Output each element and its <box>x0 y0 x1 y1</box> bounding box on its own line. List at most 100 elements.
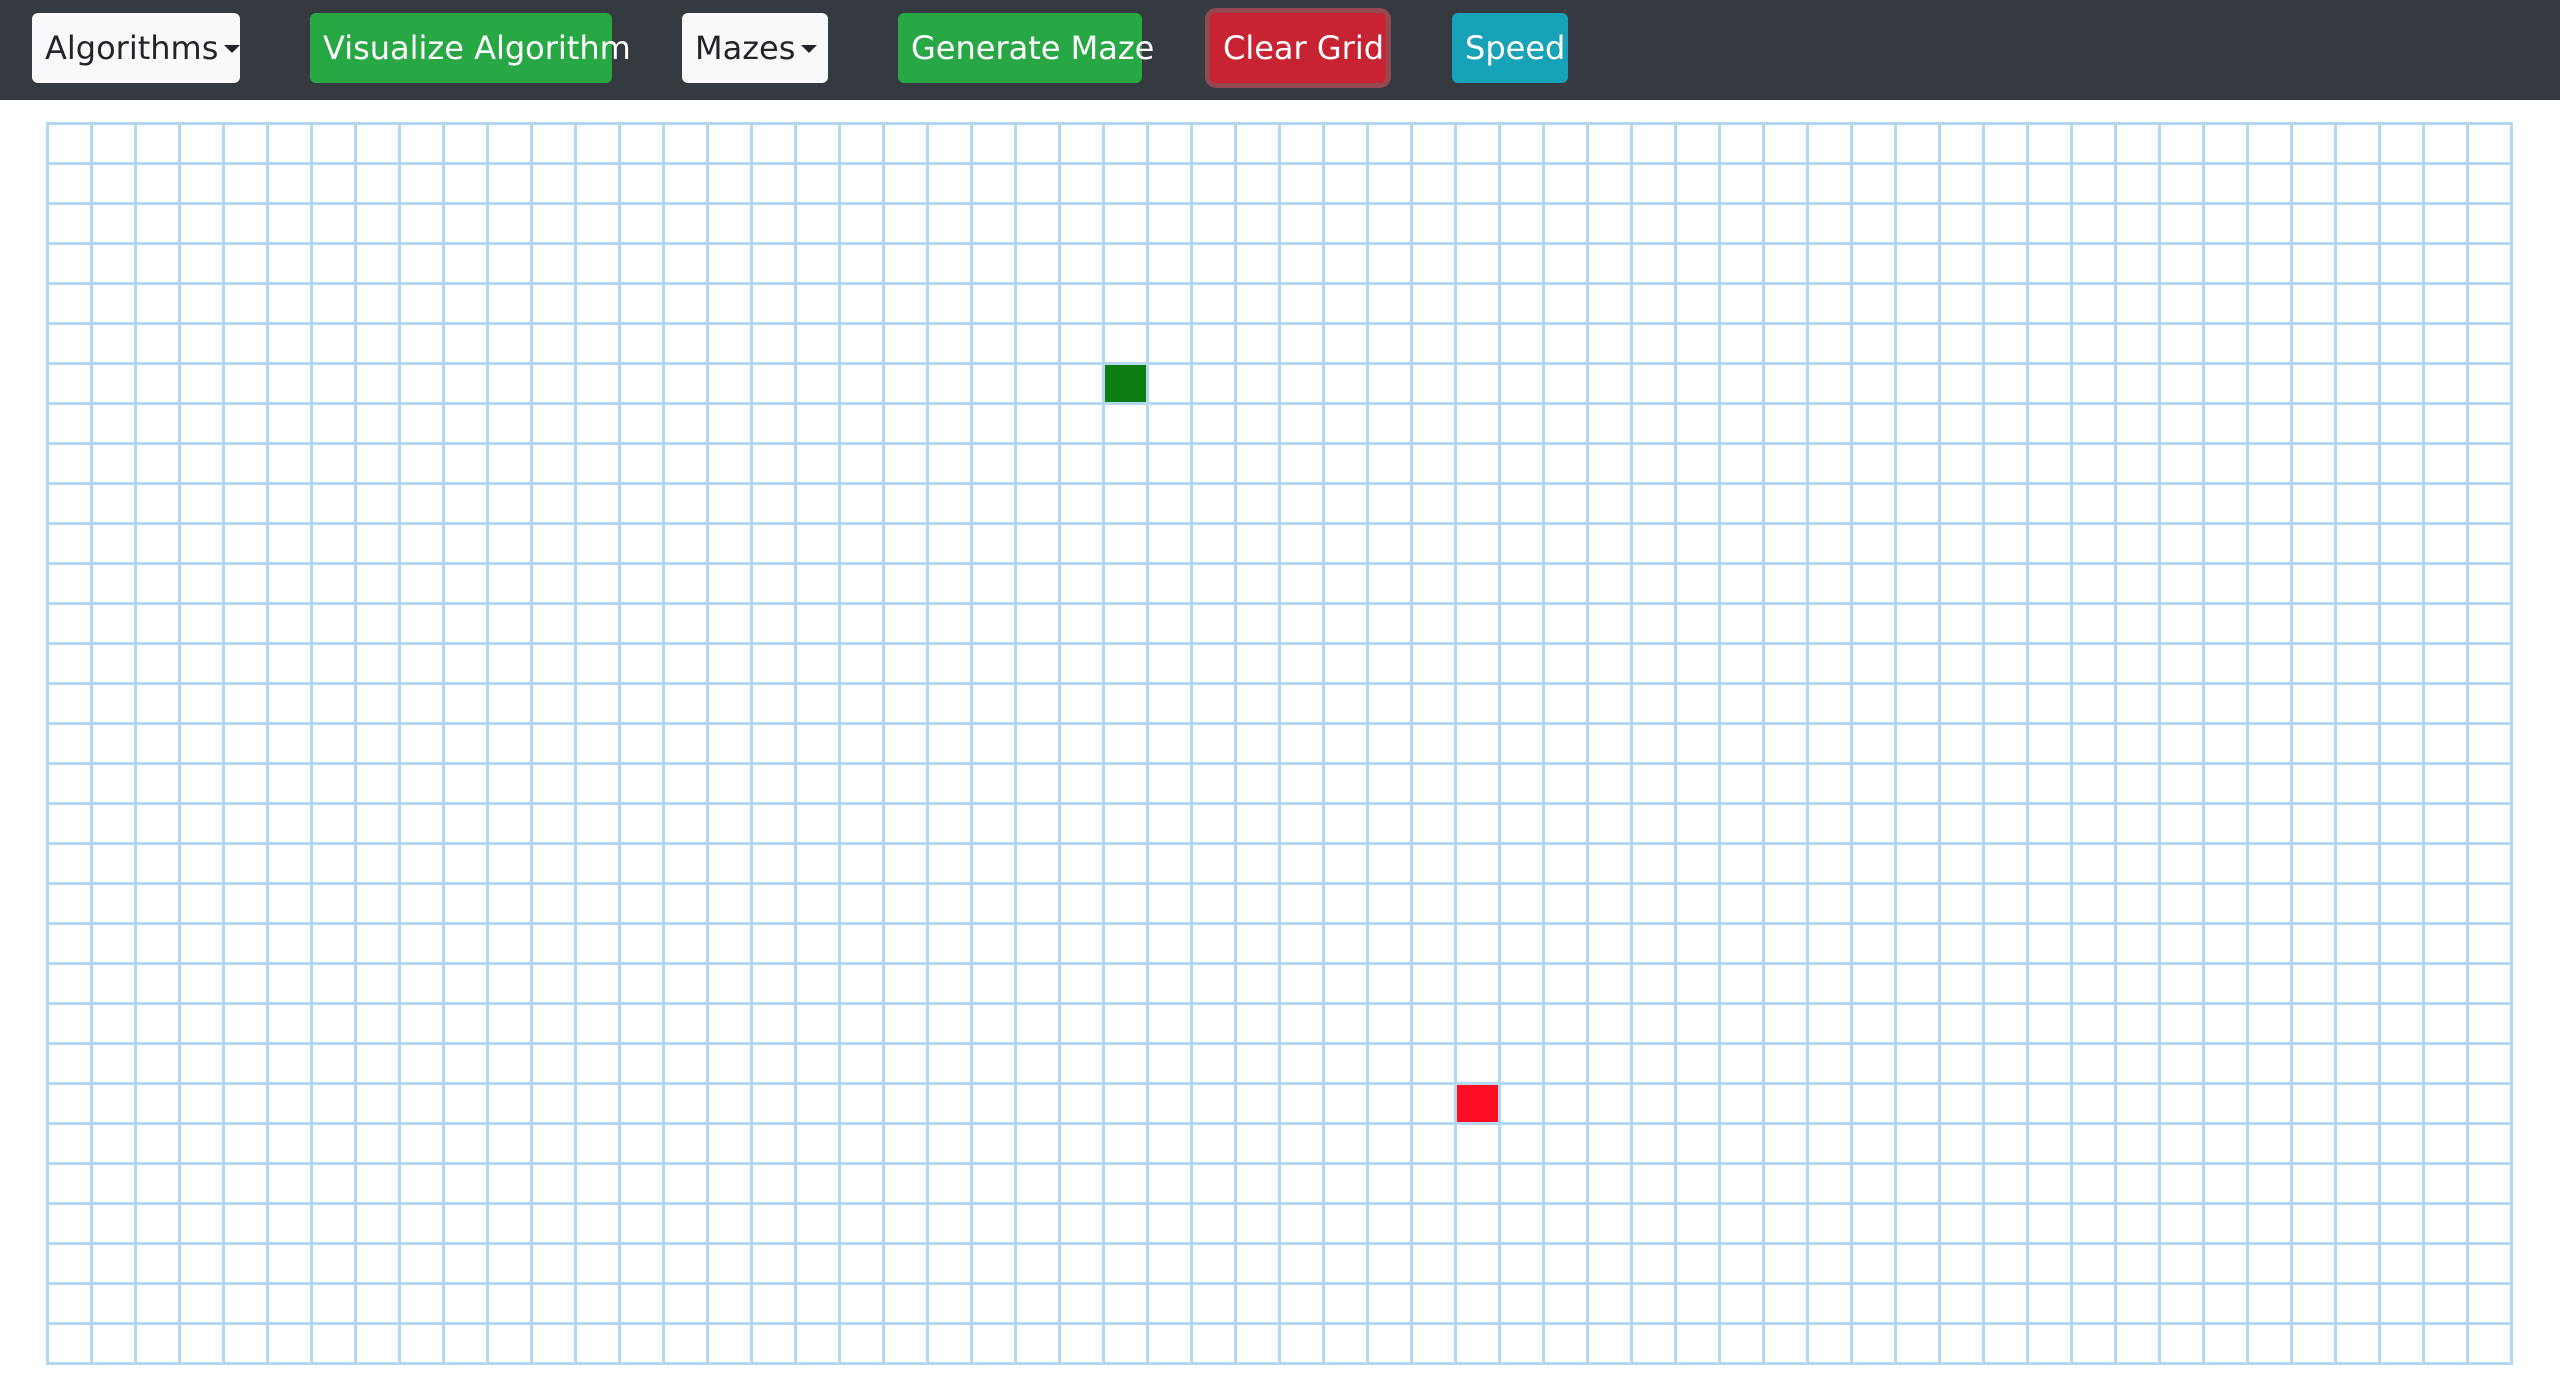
grid-cell[interactable] <box>1369 925 1413 965</box>
grid-cell[interactable] <box>2029 1325 2073 1365</box>
grid-cell[interactable] <box>1941 1005 1985 1045</box>
grid-cell[interactable] <box>2029 525 2073 565</box>
grid-cell[interactable] <box>1941 125 1985 165</box>
grid-cell[interactable] <box>1501 365 1545 405</box>
grid-cell[interactable] <box>2249 405 2293 445</box>
grid-cell[interactable] <box>1149 205 1193 245</box>
grid-cell[interactable] <box>1281 885 1325 925</box>
grid-cell[interactable] <box>841 765 885 805</box>
grid-cell[interactable] <box>313 1005 357 1045</box>
grid-cell[interactable] <box>1897 885 1941 925</box>
grid-cell[interactable] <box>753 1085 797 1125</box>
grid-cell[interactable] <box>1721 445 1765 485</box>
grid-cell[interactable] <box>2029 645 2073 685</box>
grid-cell[interactable] <box>1897 1085 1941 1125</box>
grid-cell[interactable] <box>137 965 181 1005</box>
grid-cell[interactable] <box>621 405 665 445</box>
grid-cell[interactable] <box>313 565 357 605</box>
grid-cell[interactable] <box>2029 485 2073 525</box>
grid-cell[interactable] <box>1061 245 1105 285</box>
grid-cell[interactable] <box>1281 965 1325 1005</box>
grid-cell[interactable] <box>1149 685 1193 725</box>
grid-cell[interactable] <box>1369 805 1413 845</box>
grid-cell[interactable] <box>1765 1245 1809 1285</box>
grid-cell[interactable] <box>2293 1045 2337 1085</box>
grid-cell[interactable] <box>1237 125 1281 165</box>
grid-cell[interactable] <box>1677 1205 1721 1245</box>
grid-cell[interactable] <box>2161 605 2205 645</box>
grid-cell[interactable] <box>1149 845 1193 885</box>
grid-cell[interactable] <box>93 1205 137 1245</box>
grid-cell[interactable] <box>1633 1125 1677 1165</box>
grid-cell[interactable] <box>973 925 1017 965</box>
grid-cell[interactable] <box>1413 565 1457 605</box>
grid-cell[interactable] <box>225 285 269 325</box>
grid-cell[interactable] <box>1457 245 1501 285</box>
grid-cell[interactable] <box>621 1045 665 1085</box>
grid-cell[interactable] <box>1149 605 1193 645</box>
grid-cell[interactable] <box>181 645 225 685</box>
grid-cell[interactable] <box>2029 605 2073 645</box>
grid-cell[interactable] <box>1369 685 1413 725</box>
grid-cell[interactable] <box>1149 725 1193 765</box>
grid-cell[interactable] <box>2205 1005 2249 1045</box>
grid-cell[interactable] <box>2117 445 2161 485</box>
grid-cell[interactable] <box>1413 365 1457 405</box>
grid-cell[interactable] <box>2117 285 2161 325</box>
grid-cell[interactable] <box>841 1085 885 1125</box>
grid-cell[interactable] <box>533 885 577 925</box>
grid-cell[interactable] <box>49 605 93 645</box>
grid-cell[interactable] <box>1941 365 1985 405</box>
grid-cell[interactable] <box>1281 1245 1325 1285</box>
grid-cell[interactable] <box>1633 1245 1677 1285</box>
grid-cell[interactable] <box>753 365 797 405</box>
grid-cell[interactable] <box>2381 845 2425 885</box>
grid-cell[interactable] <box>1193 485 1237 525</box>
grid-cell[interactable] <box>1545 605 1589 645</box>
grid-cell[interactable] <box>1105 845 1149 885</box>
grid-cell[interactable] <box>885 925 929 965</box>
grid-cell[interactable] <box>2161 365 2205 405</box>
grid-cell[interactable] <box>1501 1205 1545 1245</box>
grid-cell[interactable] <box>269 405 313 445</box>
grid-cell[interactable] <box>1105 1325 1149 1365</box>
grid-cell[interactable] <box>929 645 973 685</box>
grid-cell[interactable] <box>621 685 665 725</box>
grid-cell[interactable] <box>2117 1125 2161 1165</box>
grid-cell[interactable] <box>137 205 181 245</box>
grid-cell[interactable] <box>1369 205 1413 245</box>
grid-cell[interactable] <box>1281 845 1325 885</box>
grid-cell[interactable] <box>137 405 181 445</box>
grid-cell[interactable] <box>1853 1205 1897 1245</box>
grid-cell[interactable] <box>665 805 709 845</box>
grid-cell[interactable] <box>1017 685 1061 725</box>
grid-cell[interactable] <box>2161 1045 2205 1085</box>
grid-cell[interactable] <box>1501 1245 1545 1285</box>
grid-cell[interactable] <box>2029 965 2073 1005</box>
grid-cell[interactable] <box>181 845 225 885</box>
grid-cell[interactable] <box>1105 165 1149 205</box>
grid-cell[interactable] <box>1105 885 1149 925</box>
grid-cell[interactable] <box>269 325 313 365</box>
grid-cell[interactable] <box>665 565 709 605</box>
grid-cell[interactable] <box>1721 765 1765 805</box>
grid-cell[interactable] <box>49 485 93 525</box>
grid-cell[interactable] <box>533 525 577 565</box>
grid-cell[interactable] <box>841 325 885 365</box>
grid-cell[interactable] <box>181 485 225 525</box>
grid-cell[interactable] <box>973 1245 1017 1285</box>
grid-cell[interactable] <box>2073 285 2117 325</box>
grid-cell[interactable] <box>2337 725 2381 765</box>
grid-cell[interactable] <box>445 845 489 885</box>
grid-cell[interactable] <box>2381 765 2425 805</box>
grid-cell[interactable] <box>1325 125 1369 165</box>
grid-cell[interactable] <box>49 1205 93 1245</box>
grid-cell[interactable] <box>665 1045 709 1085</box>
grid-cell[interactable] <box>1193 1245 1237 1285</box>
grid-cell[interactable] <box>1677 165 1721 205</box>
grid-cell[interactable] <box>357 1205 401 1245</box>
grid-cell[interactable] <box>709 1085 753 1125</box>
grid-cell[interactable] <box>1457 605 1501 645</box>
grid-cell[interactable] <box>841 365 885 405</box>
grid-cell[interactable] <box>1017 325 1061 365</box>
